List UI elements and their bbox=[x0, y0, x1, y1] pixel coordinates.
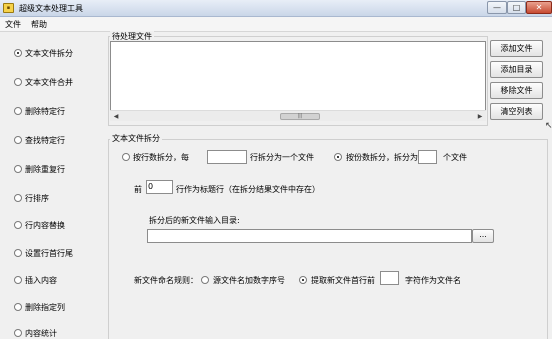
window-title: 超级文本处理工具 bbox=[19, 4, 83, 13]
maximize-button[interactable]: □ bbox=[507, 1, 526, 14]
sidebar-item-label: 文本文件合并 bbox=[25, 78, 73, 87]
radio-button[interactable] bbox=[14, 249, 22, 257]
close-button[interactable]: ✕ bbox=[526, 1, 552, 14]
radio-button[interactable] bbox=[14, 136, 22, 144]
split-by-count-label: 按份数拆分，拆分为 bbox=[346, 153, 418, 162]
title-bar: ▪ 超级文本处理工具 — □ ✕ bbox=[0, 0, 552, 17]
sidebar-item-label: 文本文件拆分 bbox=[25, 49, 73, 58]
sidebar-item-label: 行内容替换 bbox=[25, 221, 65, 230]
scroll-right-icon[interactable]: ▶ bbox=[475, 112, 485, 121]
title-rows-prefix: 前 bbox=[134, 185, 142, 194]
output-dir-input[interactable] bbox=[147, 229, 472, 243]
sidebar-item-label: 设置行首行尾 bbox=[25, 249, 73, 258]
radio-button[interactable] bbox=[14, 329, 22, 337]
radio-button[interactable] bbox=[14, 303, 22, 311]
sidebar-item-label: 删除指定列 bbox=[25, 303, 65, 312]
split-by-count-radio[interactable] bbox=[334, 153, 342, 161]
radio-button[interactable] bbox=[14, 221, 22, 229]
rows-per-file-input[interactable] bbox=[207, 150, 247, 164]
radio-button[interactable] bbox=[14, 78, 22, 86]
naming-firstline-radio[interactable] bbox=[299, 276, 307, 284]
menu-help[interactable]: 帮助 bbox=[31, 19, 47, 30]
naming-firstline-suffix: 字符作为文件名 bbox=[405, 276, 461, 285]
remove-file-button[interactable]: 移除文件 bbox=[490, 82, 543, 99]
file-list[interactable] bbox=[110, 41, 486, 121]
scroll-thumb[interactable]: ||| bbox=[280, 113, 320, 120]
function-sidebar: 文本文件拆分 文本文件合并 删除特定行 查找特定行 删除重复行 行排序 行内容替… bbox=[0, 33, 104, 339]
sidebar-item-label: 删除重复行 bbox=[25, 165, 65, 174]
split-by-rows-suffix: 行拆分为一个文件 bbox=[250, 153, 314, 162]
app-logo-icon: ▪ bbox=[3, 3, 14, 13]
sidebar-item-label: 插入内容 bbox=[25, 276, 57, 285]
split-by-rows-label: 按行数拆分，每 bbox=[133, 153, 189, 162]
file-count-input[interactable] bbox=[418, 150, 437, 164]
horizontal-scrollbar[interactable]: ◀ ||| ▶ bbox=[110, 110, 486, 121]
add-file-button[interactable]: 添加文件 bbox=[490, 40, 543, 57]
resize-arrow-icon: ↖ bbox=[545, 121, 552, 131]
minimize-button[interactable]: — bbox=[487, 1, 507, 14]
scroll-left-icon[interactable]: ◀ bbox=[111, 112, 121, 121]
naming-source-label: 源文件名加数字序号 bbox=[213, 276, 285, 285]
title-rows-input[interactable]: 0 bbox=[146, 180, 173, 194]
add-directory-button[interactable]: 添加目录 bbox=[490, 61, 543, 78]
radio-button[interactable] bbox=[14, 49, 22, 57]
naming-firstline-label: 提取新文件首行前 bbox=[311, 276, 375, 285]
radio-button[interactable] bbox=[14, 165, 22, 173]
sidebar-item-label: 查找特定行 bbox=[25, 136, 65, 145]
radio-button[interactable] bbox=[14, 194, 22, 202]
sidebar-item-label: 行排序 bbox=[25, 194, 49, 203]
split-options-legend: 文本文件拆分 bbox=[110, 133, 162, 144]
sidebar-item-label: 删除特定行 bbox=[25, 107, 65, 116]
menu-file[interactable]: 文件 bbox=[5, 19, 21, 30]
browse-button[interactable]: ... bbox=[472, 229, 494, 243]
split-by-count-suffix: 个文件 bbox=[443, 153, 467, 162]
title-rows-suffix: 行作为标题行（在拆分结果文件中存在） bbox=[176, 185, 320, 194]
sidebar-item-label: 内容统计 bbox=[25, 329, 57, 338]
menu-bar: 文件 帮助 bbox=[0, 17, 552, 32]
split-by-rows-radio[interactable] bbox=[122, 153, 130, 161]
clear-list-button[interactable]: 清空列表 bbox=[490, 103, 543, 120]
radio-button[interactable] bbox=[14, 276, 22, 284]
radio-button[interactable] bbox=[14, 107, 22, 115]
naming-rule-label: 新文件命名规则： bbox=[134, 276, 198, 285]
naming-source-radio[interactable] bbox=[201, 276, 209, 284]
firstline-chars-input[interactable] bbox=[380, 271, 399, 285]
output-dir-label: 拆分后的新文件输入目录: bbox=[149, 216, 240, 225]
